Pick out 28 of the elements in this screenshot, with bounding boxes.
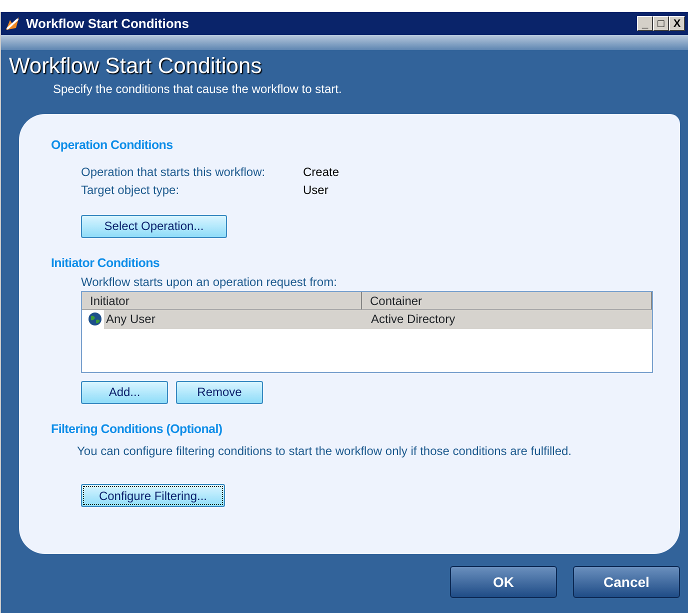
column-header: Initiator (82, 292, 362, 310)
field-value: Create (303, 164, 340, 181)
configure-filtering-button[interactable]: Configure Filtering... (81, 484, 225, 508)
minimize-button[interactable]: _ (637, 16, 653, 31)
field-label: Operation that starts this workflow: (81, 164, 266, 181)
section-heading: Filtering Conditions (Optional) (51, 420, 224, 438)
field-label: Target object type: (81, 182, 180, 199)
description: You can configure filtering conditions to start the workflow only if those conditions are fulfilled. (77, 443, 572, 460)
section-heading: Operation Conditions (51, 137, 174, 154)
dialog-title: Workflow Start Conditions (9, 52, 263, 80)
remove-button[interactable]: Remove (176, 380, 263, 404)
select-operation-button[interactable]: Select Operation... (81, 214, 227, 238)
dialog-subtitle: Specify the conditions that cause the workflow to start. (53, 81, 343, 98)
ok-button[interactable]: OK (450, 566, 557, 598)
maximize-button[interactable]: □ (653, 16, 669, 31)
column-header: Container (362, 292, 652, 310)
window-title: Workflow Start Conditions (26, 14, 189, 33)
globe-icon (88, 312, 102, 326)
table-row[interactable]: Any User Active Directory (82, 310, 652, 328)
table-cell: Active Directory (363, 310, 652, 328)
cancel-button[interactable]: Cancel (573, 566, 680, 598)
section-heading: Initiator Conditions (51, 254, 161, 272)
app-icon (4, 16, 22, 32)
field-value: User (303, 182, 328, 199)
table-cell: Any User (104, 310, 364, 328)
close-button[interactable]: X (669, 16, 685, 31)
caption: Workflow starts upon an operation request from: (81, 274, 338, 290)
add-button[interactable]: Add... (81, 380, 168, 404)
